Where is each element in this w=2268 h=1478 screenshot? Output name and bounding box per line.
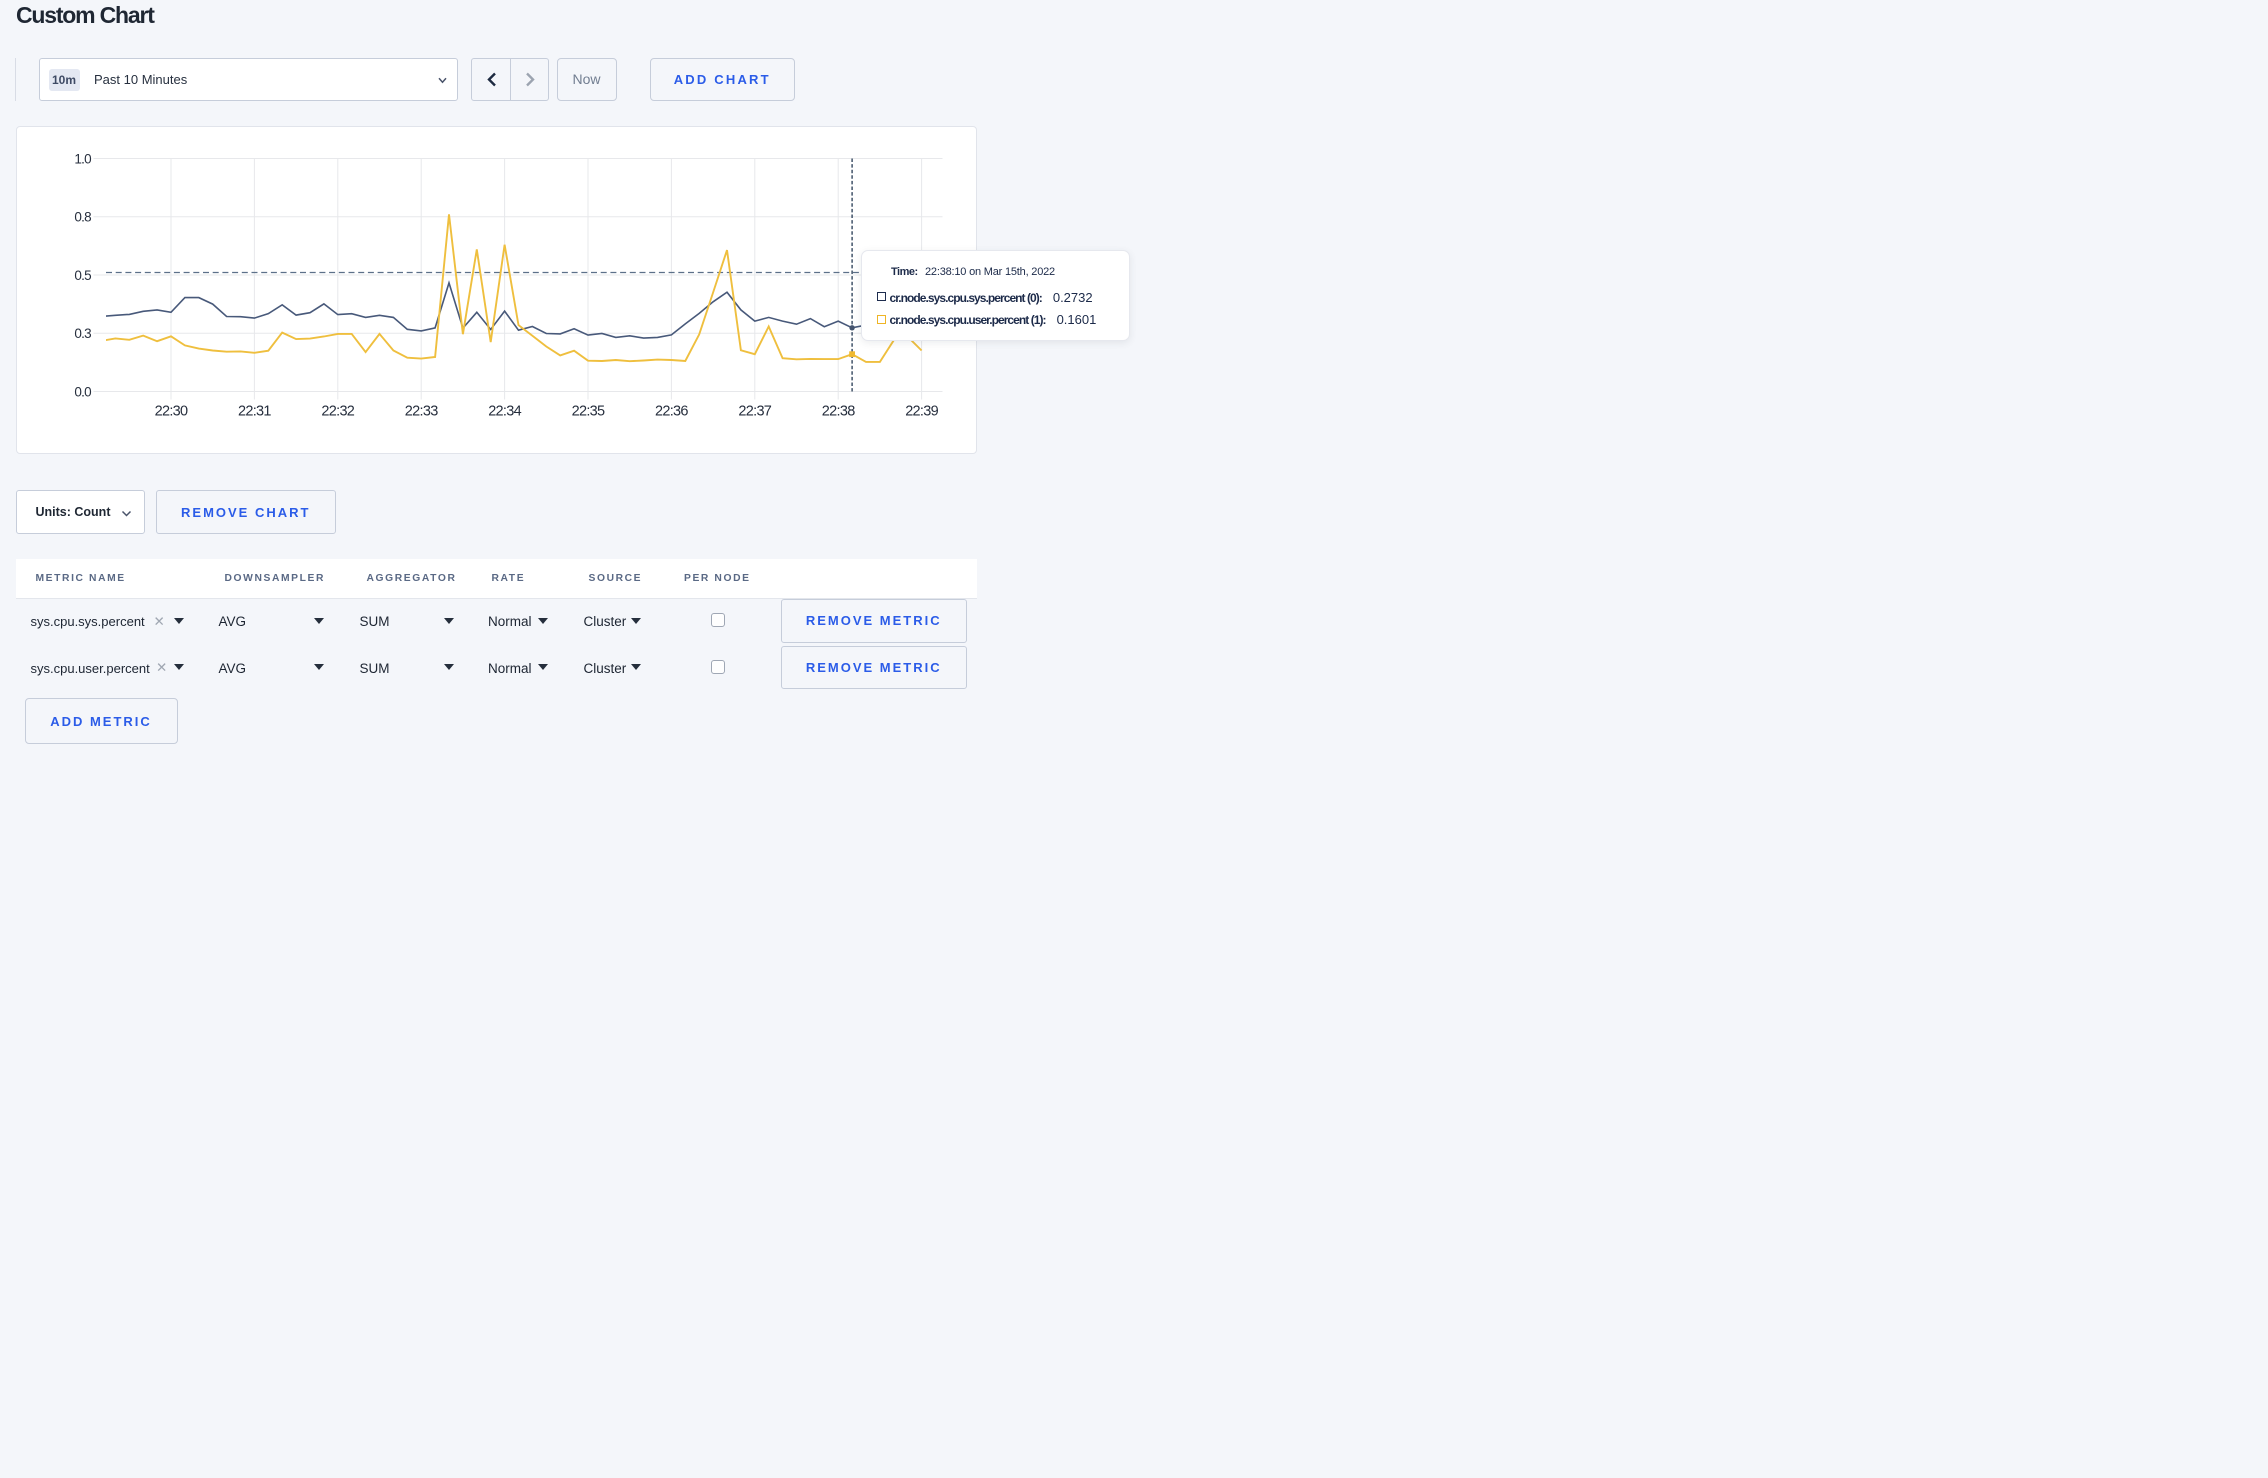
svg-text:1.0: 1.0 [74,151,91,166]
svg-text:0.8: 0.8 [74,209,91,224]
svg-text:22:30: 22:30 [154,403,187,419]
svg-text:0.3: 0.3 [74,326,91,341]
svg-text:22:39: 22:39 [905,403,938,419]
svg-text:22:31: 22:31 [238,403,271,419]
svg-text:22:32: 22:32 [321,403,354,419]
svg-text:22:36: 22:36 [655,403,688,419]
svg-text:0.5: 0.5 [74,267,91,282]
svg-text:22:34: 22:34 [488,403,521,419]
svg-text:22:38: 22:38 [821,403,854,419]
svg-text:22:33: 22:33 [404,403,437,419]
svg-text:0.0: 0.0 [74,384,91,399]
svg-text:22:37: 22:37 [738,403,771,419]
svg-text:22:35: 22:35 [571,403,604,419]
